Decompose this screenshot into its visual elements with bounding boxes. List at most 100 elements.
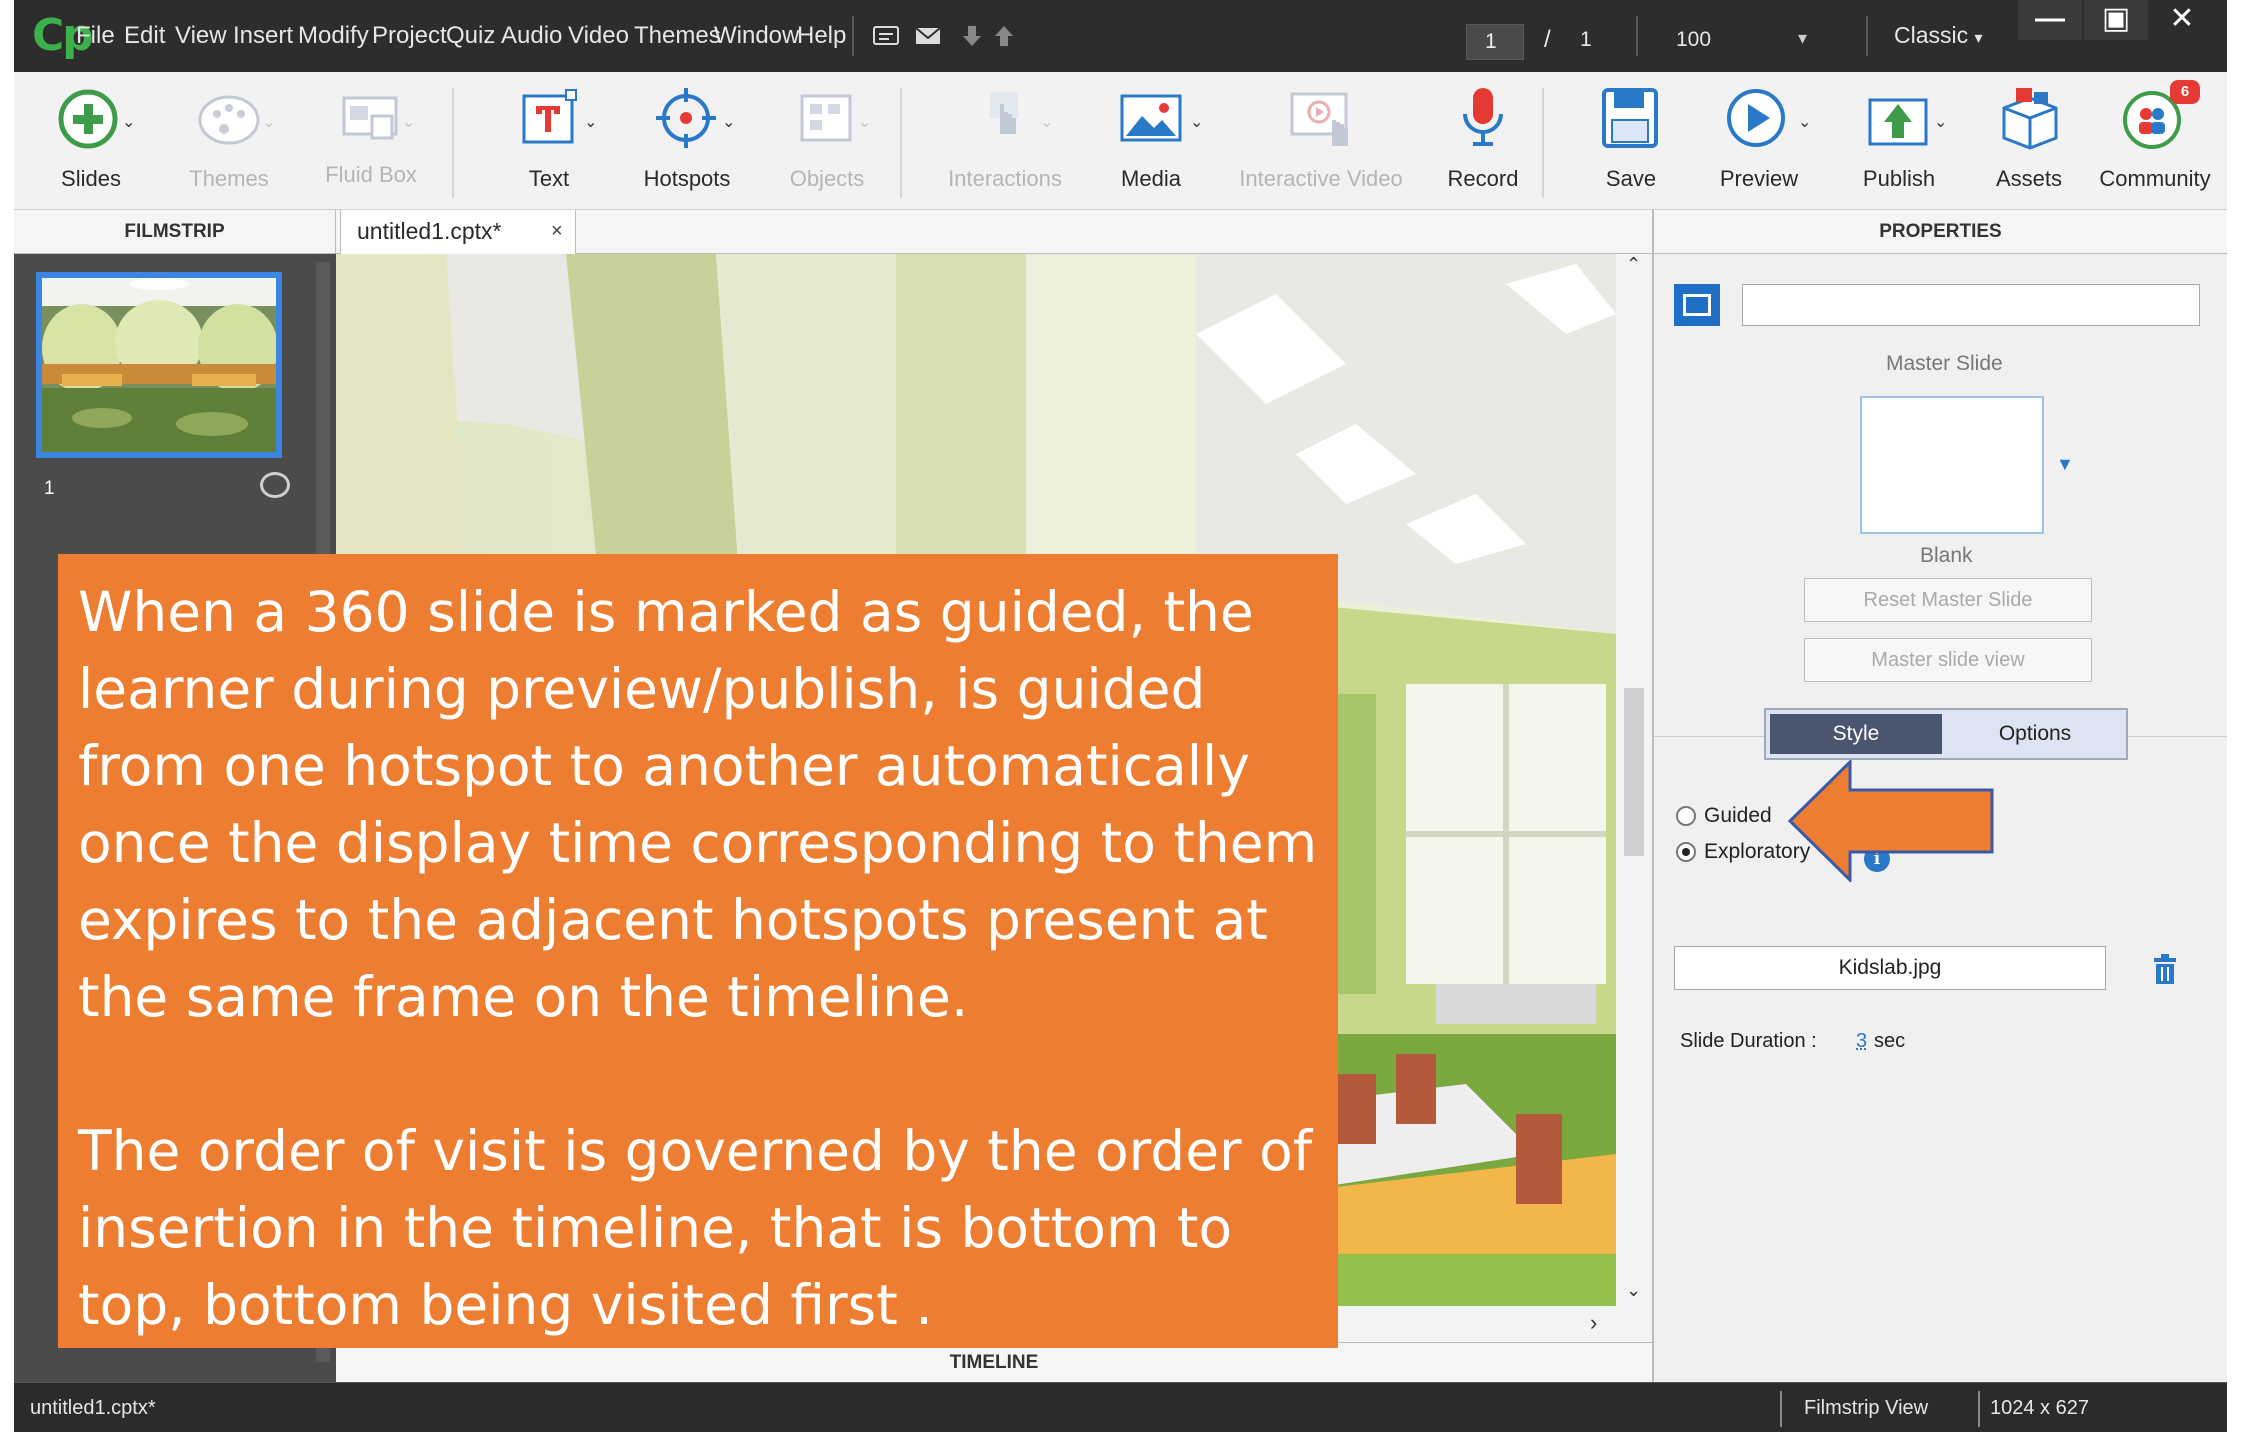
media-label: Media xyxy=(1121,166,1181,191)
slide-duration-label: Slide Duration : xyxy=(1680,1030,1817,1052)
menu-insert[interactable]: Insert xyxy=(233,22,293,50)
status-project-size: 1024 x 627 xyxy=(1990,1397,2089,1419)
people-icon xyxy=(2090,84,2220,160)
stage-vertical-scrollbar[interactable]: ⌃ ⌄ xyxy=(1616,254,1652,1314)
chevron-down-icon[interactable]: ▾ xyxy=(1798,28,1807,49)
fluid-box-button[interactable]: ⌄ Fluid Box xyxy=(306,84,436,204)
annotation-arrow-icon xyxy=(1787,760,1994,882)
zoom-select[interactable]: 100 xyxy=(1676,28,1711,52)
master-slide-label: Master Slide xyxy=(1886,352,2003,375)
interactive-video-button[interactable]: Interactive Video xyxy=(1239,84,1403,204)
captions-icon[interactable] xyxy=(872,24,900,48)
fluid-box-icon xyxy=(306,84,436,160)
exploratory-radio[interactable] xyxy=(1676,842,1696,863)
document-tab-title: untitled1.cptx* xyxy=(357,218,502,244)
status-separator xyxy=(1780,1391,1782,1427)
menu-view[interactable]: View xyxy=(175,22,227,50)
fluid-box-label: Fluid Box xyxy=(325,162,417,187)
menu-video[interactable]: Video xyxy=(568,22,629,50)
slide-name-input[interactable] xyxy=(1742,284,2200,326)
close-icon[interactable]: × xyxy=(551,210,563,252)
guided-label: Guided xyxy=(1704,804,1772,827)
timeline-panel-header[interactable]: TIMELINE xyxy=(336,1342,1652,1382)
slide-duration-value[interactable]: 3 xyxy=(1856,1030,1867,1053)
objects-button[interactable]: ⌄ Objects xyxy=(762,84,892,204)
notification-badge: 6 xyxy=(2170,80,2200,104)
themes-button[interactable]: ⌄ Themes xyxy=(164,84,294,204)
background-image-field[interactable]: Kidslab.jpg xyxy=(1674,946,2106,990)
scroll-right-icon[interactable]: › xyxy=(1590,1310,1597,1336)
slide-thumbnail[interactable] xyxy=(36,272,282,458)
community-button[interactable]: 6 Community xyxy=(2090,80,2220,204)
slide-number: 1 xyxy=(44,478,55,499)
community-label: Community xyxy=(2099,166,2211,191)
chevron-down-icon: ⌄ xyxy=(1040,114,1054,131)
plus-circle-icon xyxy=(26,84,156,160)
scroll-down-icon[interactable]: ⌄ xyxy=(1626,1280,1641,1301)
objects-icon xyxy=(762,84,892,160)
menu-help[interactable]: Help xyxy=(797,22,846,50)
workspace-select[interactable]: Classic ▾ xyxy=(1894,22,1983,49)
scrollbar-thumb[interactable] xyxy=(1624,688,1644,856)
interactions-button[interactable]: ⌄ Interactions xyxy=(940,84,1070,204)
slide-type-icon xyxy=(1674,284,1720,326)
guided-radio[interactable] xyxy=(1676,806,1696,827)
document-tab[interactable]: untitled1.cptx* × xyxy=(340,210,576,254)
arrow-down-icon[interactable] xyxy=(958,24,986,48)
menu-modify[interactable]: Modify xyxy=(298,22,369,50)
annotation-callout: When a 360 slide is marked as guided, th… xyxy=(58,554,1338,1348)
annotation-paragraph-1: When a 360 slide is marked as guided, th… xyxy=(78,580,1318,1029)
properties-tab-group: Style Options xyxy=(1764,708,2128,760)
divider xyxy=(2128,736,2227,737)
master-slide-name: Blank xyxy=(1920,544,1973,567)
chevron-down-icon: ⌄ xyxy=(1190,114,1204,131)
divider xyxy=(1654,736,1764,737)
record-button[interactable]: Record xyxy=(1418,84,1548,204)
toolbar: ⌄ Slides ⌄ Themes ⌄ Fluid Box ⌄ Text ⌄ H… xyxy=(14,72,2227,210)
page-separator: / xyxy=(1544,26,1551,53)
close-button[interactable]: ✕ xyxy=(2150,0,2214,40)
chevron-down-icon: ⌄ xyxy=(722,114,736,131)
trash-icon[interactable] xyxy=(2152,954,2178,984)
annotation-paragraph-2: The order of visit is governed by the or… xyxy=(78,1119,1313,1337)
guided-radio-option[interactable]: Guided xyxy=(1676,804,1772,828)
menu-edit[interactable]: Edit xyxy=(124,22,165,50)
tab-options[interactable]: Options xyxy=(1946,714,2124,754)
filmstrip-header: FILMSTRIP xyxy=(14,210,336,254)
box-icon xyxy=(1964,84,2094,160)
menu-project[interactable]: Project xyxy=(372,22,447,50)
chevron-down-icon: ⌄ xyxy=(402,114,416,131)
master-slide-thumbnail[interactable] xyxy=(1860,396,2044,534)
status-bar: untitled1.cptx* Filmstrip View 1024 x 62… xyxy=(14,1382,2227,1432)
menu-audio[interactable]: Audio xyxy=(501,22,562,50)
mail-icon[interactable] xyxy=(914,24,942,48)
menu-file[interactable]: File xyxy=(76,22,115,50)
menu-window[interactable]: Window xyxy=(714,22,799,50)
menu-bar: Cp File Edit View Insert Modify Project … xyxy=(14,0,2227,72)
status-filename: untitled1.cptx* xyxy=(30,1397,156,1419)
arrow-up-icon[interactable] xyxy=(990,24,1018,48)
menu-separator xyxy=(1866,16,1868,56)
microphone-icon xyxy=(1418,84,1548,160)
reset-master-slide-button[interactable]: Reset Master Slide xyxy=(1804,578,2092,622)
tab-style[interactable]: Style xyxy=(1770,714,1942,754)
page-number-input[interactable]: 1 xyxy=(1466,24,1524,60)
chevron-down-icon: ⌄ xyxy=(584,114,598,131)
caret-down-icon[interactable]: ▼ xyxy=(2056,454,2074,475)
menu-quiz[interactable]: Quiz xyxy=(446,22,495,50)
scroll-up-icon[interactable]: ⌃ xyxy=(1626,254,1641,275)
chevron-down-icon: ⌄ xyxy=(858,114,872,131)
minimize-button[interactable]: — xyxy=(2018,0,2082,40)
panorama-360-icon xyxy=(260,472,290,498)
chevron-down-icon: ⌄ xyxy=(262,114,276,131)
panorama-thumbnail-image xyxy=(42,278,276,452)
master-slide-view-button[interactable]: Master slide view xyxy=(1804,638,2092,682)
chevron-down-icon: ⌄ xyxy=(1798,114,1812,131)
workspace-label: Classic xyxy=(1894,22,1969,48)
menu-themes[interactable]: Themes xyxy=(634,22,721,50)
menu-separator xyxy=(1636,16,1638,56)
media-button[interactable]: ⌄ Media xyxy=(1086,84,1216,204)
status-view-mode: Filmstrip View xyxy=(1804,1397,1929,1419)
maximize-button[interactable]: ▣ xyxy=(2084,0,2148,40)
page-total: 1 xyxy=(1580,28,1592,51)
